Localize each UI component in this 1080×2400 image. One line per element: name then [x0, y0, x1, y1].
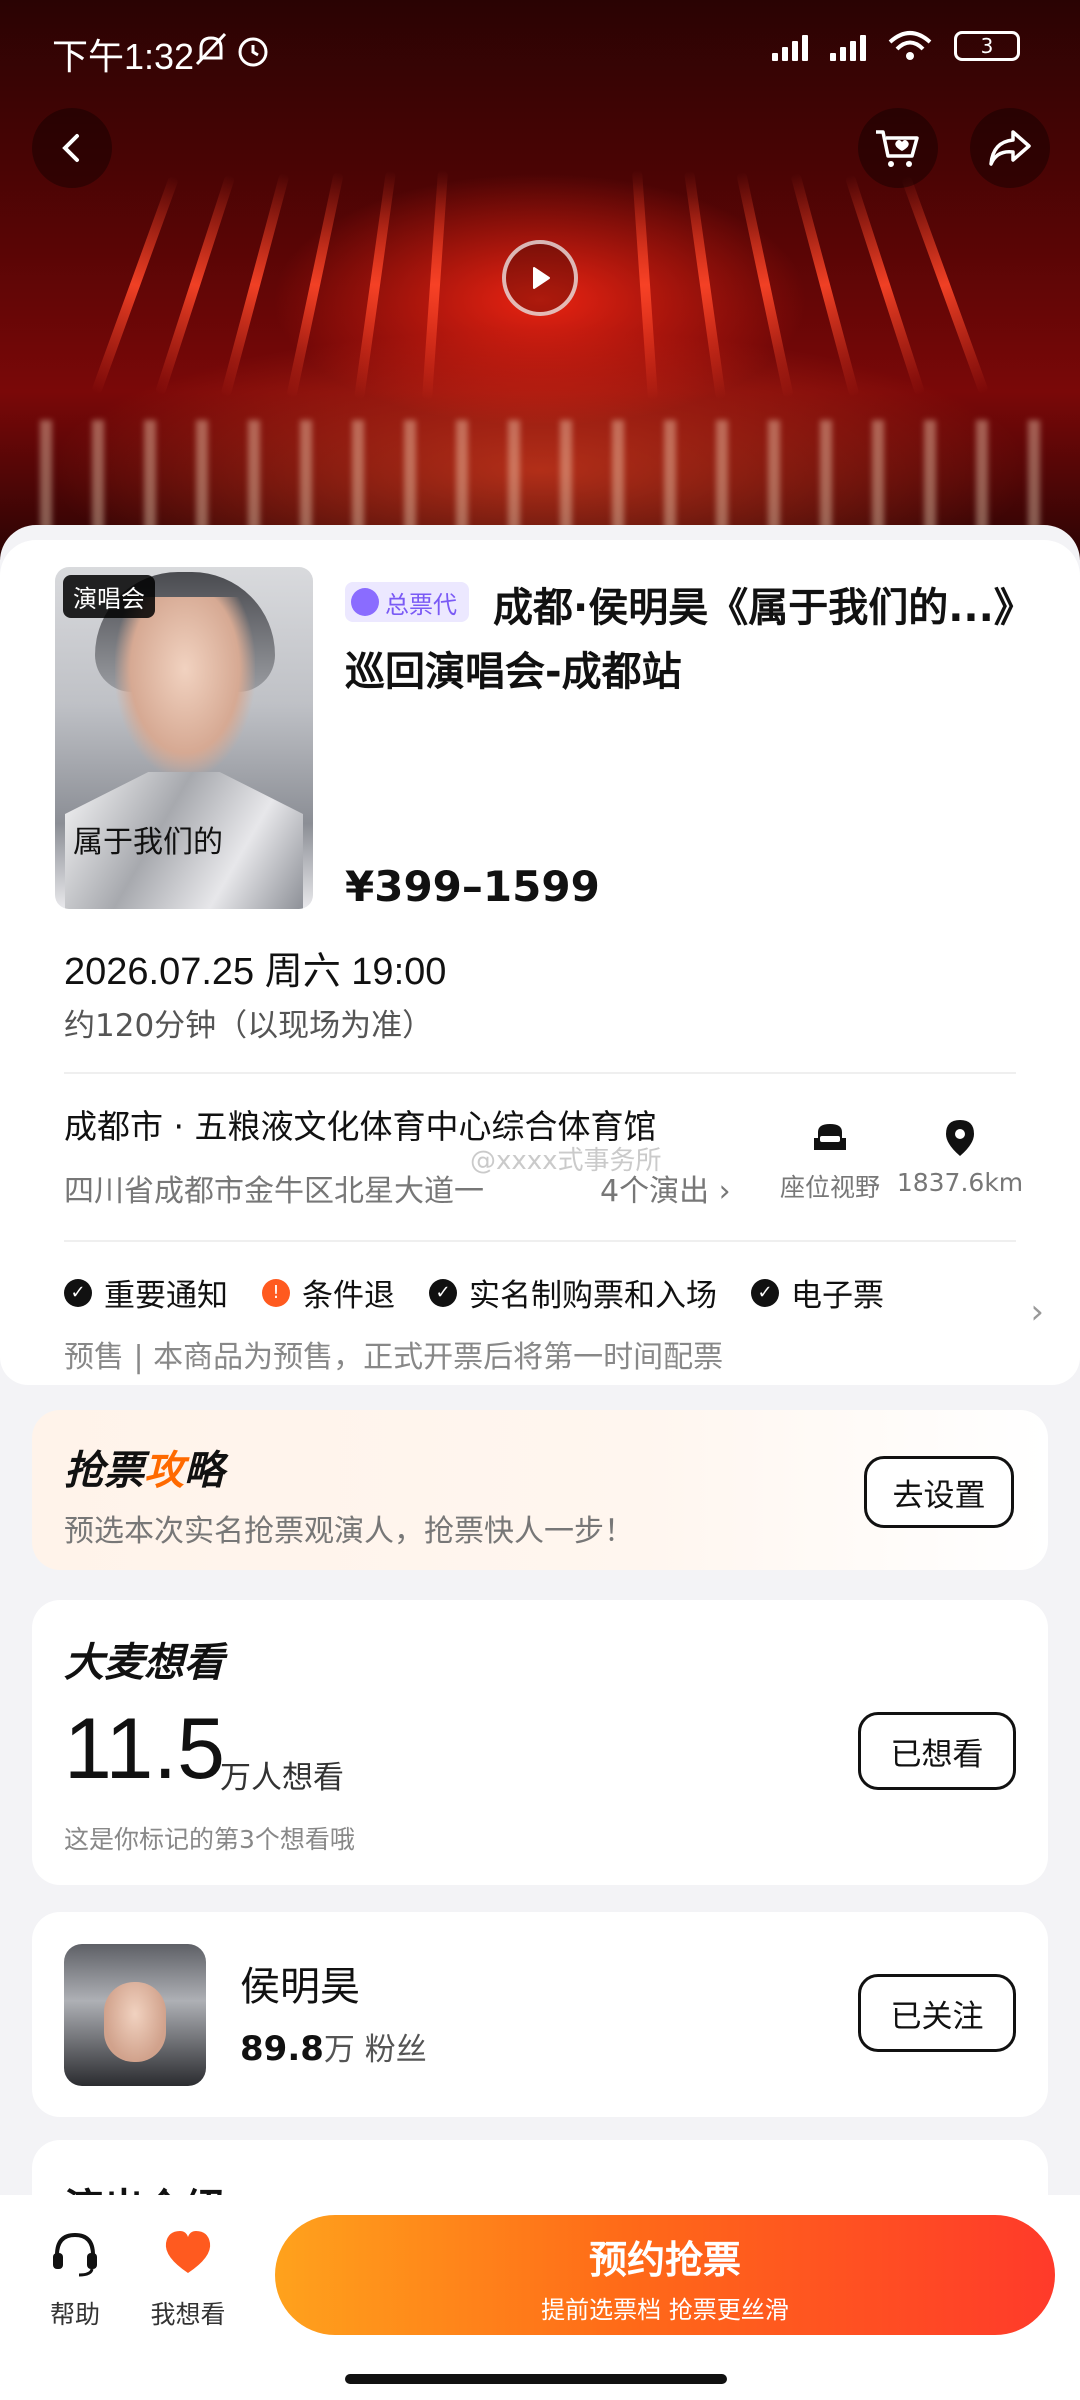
agent-tag: 总票代 [345, 582, 469, 622]
heart-icon [165, 2231, 211, 2273]
setup-button[interactable]: 去设置 [864, 1456, 1014, 1528]
want-to-see-card: 大麦想看 11.5 万人想看 这是你标记的第3个想看哦 已想看 [32, 1600, 1048, 1885]
check-icon: ✓ [429, 1278, 457, 1307]
signal-icon-2 [830, 31, 866, 61]
share-button[interactable] [970, 108, 1050, 188]
agent-tag-label: 总票代 [385, 590, 457, 619]
notice-realname: ✓ 实名制购票和入场 [429, 1270, 717, 1315]
divider [64, 1240, 1016, 1242]
fans-count: 89.8万 粉丝 [240, 2029, 427, 2069]
category-tag: 演唱会 [63, 575, 155, 618]
status-bar: 下午1:32 3 [0, 0, 1080, 100]
notice-important: ✓ 重要通知 [64, 1270, 228, 1315]
chevron-right-icon[interactable]: › [1030, 1292, 1044, 1332]
cart-icon [876, 130, 919, 167]
chevron-right-icon: › [718, 1174, 731, 1209]
notice-eticket: ✓ 电子票 [751, 1270, 884, 1315]
want-button[interactable]: 我想看 [133, 2225, 243, 2331]
play-video-button[interactable] [502, 240, 578, 316]
event-date: 2026.07.25 周六 19:00 [64, 951, 447, 993]
back-button[interactable] [32, 108, 112, 188]
agent-logo-icon [351, 588, 379, 616]
want-note: 这是你标记的第3个想看哦 [64, 1825, 355, 1854]
presale-note: 预售 | 本商品为预售，正式开票后将第一时间配票 [64, 1340, 724, 1375]
check-icon: ✓ [751, 1278, 779, 1307]
reserve-ticket-button[interactable]: 预约抢票 提前选票档 抢票更丝滑 [275, 2215, 1055, 2335]
share-icon [989, 130, 1031, 166]
battery-icon: 3 [954, 31, 1020, 61]
event-info-card: 属于我们的 演唱会 成都·侯明昊《属于我们的...》巡回演唱会-成都站 总票代 … [0, 540, 1080, 1385]
watermark: @xxxx式事务所 [470, 1146, 662, 1176]
signal-icon-1 [772, 31, 808, 61]
price-range: ¥399–1599 [345, 862, 600, 911]
warning-icon: ! [262, 1278, 290, 1307]
seat-view-button[interactable]: 座位视野 [765, 1118, 895, 1204]
floor-lights [0, 420, 1080, 530]
notice-refund: ! 条件退 [262, 1270, 395, 1315]
location-pin-icon [946, 1120, 974, 1156]
home-indicator[interactable] [345, 2374, 727, 2384]
want-count: 11.5 [64, 1701, 225, 1797]
armchair-icon [814, 1124, 846, 1150]
strategy-subtitle: 预选本次实名抢票观演人，抢票快人一步！ [64, 1514, 634, 1549]
divider [64, 1072, 1016, 1074]
poster-title: 属于我们的 [73, 825, 223, 860]
want-unit: 万人想看 [220, 1760, 344, 1796]
artist-card[interactable]: 侯明昊 89.8万 粉丝 已关注 [32, 1912, 1048, 2117]
venue-address[interactable]: 四川省成都市金牛区北星大道一 [64, 1166, 484, 1210]
ticket-strategy-card: 抢票攻略 预选本次实名抢票观演人，抢票快人一步！ 去设置 [32, 1410, 1048, 1570]
hero-banner[interactable]: 下午1:32 3 [0, 0, 1080, 560]
status-time: 下午1:32 [52, 36, 195, 77]
map-distance-button[interactable]: 1837.6km [895, 1118, 1025, 1197]
strategy-title: 抢票攻略 [64, 1448, 224, 1494]
avatar[interactable] [64, 1944, 206, 2086]
headset-icon [53, 2232, 97, 2277]
artist-name: 侯明昊 [240, 1964, 360, 2010]
play-icon [533, 267, 550, 289]
bottom-action-bar: 帮助 我想看 预约抢票 提前选票档 抢票更丝滑 [0, 2195, 1080, 2400]
want-title: 大麦想看 [64, 1640, 224, 1686]
notice-row[interactable]: ✓ 重要通知 ! 条件退 ✓ 实名制购票和入场 ✓ 电子票 [64, 1270, 884, 1315]
chevron-left-icon [62, 134, 79, 162]
event-poster[interactable]: 属于我们的 演唱会 [55, 567, 313, 909]
wanted-button[interactable]: 已想看 [858, 1712, 1016, 1790]
check-icon: ✓ [64, 1278, 92, 1307]
mute-alarm-icons [195, 30, 275, 79]
cart-button[interactable] [858, 108, 938, 188]
help-button[interactable]: 帮助 [20, 2225, 130, 2331]
status-right: 3 [772, 30, 1020, 62]
follow-button[interactable]: 已关注 [858, 1974, 1016, 2052]
wifi-icon [888, 31, 932, 60]
event-duration: 约120分钟（以现场为准） [64, 1008, 434, 1044]
